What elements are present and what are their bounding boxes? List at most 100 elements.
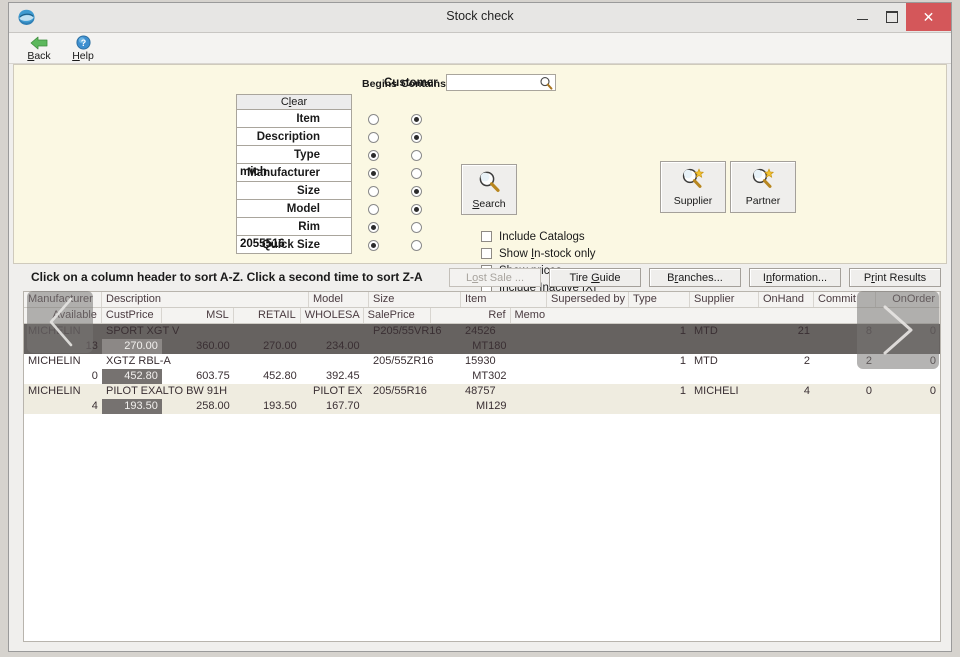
cell-available: 13: [85, 340, 98, 352]
field-label-item: Item: [296, 113, 320, 125]
radio-dot: [411, 113, 422, 125]
help-button[interactable]: ? Help: [61, 33, 105, 62]
cell-onorder: 0: [929, 355, 936, 367]
cell-saleprice: [364, 399, 431, 414]
column-header-type[interactable]: Type: [629, 292, 690, 307]
column-header-item[interactable]: Item: [461, 292, 547, 307]
minimize-button[interactable]: [848, 3, 877, 31]
table-row[interactable]: MICHELIN XGTZ RBL-A 205/55ZR16 15930 1 MTD 2 2 0…: [24, 354, 940, 384]
cell-msl: 603.75: [196, 370, 230, 382]
column-header-commit[interactable]: Commit: [814, 292, 876, 307]
column-header-retail[interactable]: RETAIL: [234, 308, 301, 323]
search-field-row: Manufacturer mich: [236, 164, 438, 182]
radio-contains-size[interactable]: [395, 185, 438, 197]
radio-header-contains: Contains: [401, 78, 446, 90]
cell-size: 205/55ZR16: [373, 355, 434, 367]
column-header-model[interactable]: Model: [309, 292, 369, 307]
maximize-button[interactable]: [877, 3, 906, 31]
search-field-row: Model: [236, 200, 438, 218]
table-header-row-primary[interactable]: Manufacturer Description Model Size Item Supe…: [24, 292, 940, 308]
column-header-superseded-by[interactable]: Superseded by: [547, 292, 629, 307]
customer-input[interactable]: [445, 74, 556, 93]
cell-supplier: MTD: [694, 355, 718, 367]
svg-text:?: ?: [80, 38, 86, 48]
checkbox-row[interactable]: Show In-stock only: [481, 245, 596, 262]
cell-commit: 8: [865, 325, 872, 337]
cell-custprice: 270.00: [101, 339, 162, 354]
column-header-saleprice[interactable]: SalePrice: [364, 308, 431, 323]
radio-begins-quick-size[interactable]: [352, 239, 395, 251]
cell-wholesa: 392.45: [326, 370, 360, 382]
magnifier-star-icon: [680, 167, 706, 193]
customer-search-icon[interactable]: [539, 76, 553, 93]
cell-retail: 193.50: [263, 400, 297, 412]
column-header-onorder[interactable]: OnOrder: [876, 292, 940, 307]
column-header-supplier[interactable]: Supplier: [690, 292, 759, 307]
action-button-information[interactable]: Information...: [749, 268, 841, 287]
column-header-size[interactable]: Size: [369, 292, 461, 307]
radio-contains-quick-size[interactable]: [395, 239, 438, 251]
search-button-label: Search: [472, 197, 506, 210]
radio-begins-type[interactable]: [352, 149, 395, 161]
action-button-tire-guide[interactable]: Tire Guide: [549, 268, 641, 287]
window-controls: ✕: [848, 3, 951, 31]
radio-contains-manufacturer[interactable]: [395, 167, 438, 179]
cell-memo: [511, 339, 940, 354]
help-label: Help: [72, 50, 94, 62]
column-header-memo[interactable]: Memo: [511, 308, 940, 323]
help-question-icon: ?: [61, 34, 105, 51]
table-header-row-secondary[interactable]: Available CustPrice MSL RETAIL WHOLESA SalePr…: [24, 308, 940, 324]
radio-begins-model[interactable]: [352, 203, 395, 215]
radio-begins-manufacturer[interactable]: [352, 167, 395, 179]
radio-contains-rim[interactable]: [395, 221, 438, 233]
field-mode-radios: [352, 203, 438, 215]
close-button[interactable]: ✕: [906, 3, 951, 31]
table-row[interactable]: MICHELIN PILOT EXALTO BW 91H PILOT EX 205/5…: [24, 384, 940, 414]
column-header-onhand[interactable]: OnHand: [759, 292, 814, 307]
search-field-row: Rim: [236, 218, 438, 236]
field-label-quick-size: Quick Size: [261, 239, 320, 251]
radio-contains-model[interactable]: [395, 203, 438, 215]
results-table[interactable]: Manufacturer Description Model Size Item Supe…: [23, 291, 941, 642]
search-form-panel: Customer Clear Begins Contains Item Desc…: [13, 64, 947, 294]
search-field-row: Description: [236, 128, 438, 146]
radio-begins-size[interactable]: [352, 185, 395, 197]
radio-dot: [411, 221, 422, 233]
field-label-description: Description: [256, 131, 320, 143]
action-button-branches[interactable]: Branches...: [649, 268, 741, 287]
search-field-row: Size: [236, 182, 438, 200]
radio-contains-item[interactable]: [395, 113, 438, 125]
partner-button[interactable]: Partner: [730, 161, 796, 213]
table-row-line-secondary: 13 270.00 360.00 270.00 234.00 MT180: [24, 339, 940, 354]
radio-begins-rim[interactable]: [352, 221, 395, 233]
checkbox-include-catalogs[interactable]: [481, 231, 492, 242]
cell-onhand: 21: [797, 325, 810, 337]
radio-contains-description[interactable]: [395, 131, 438, 143]
column-header-description[interactable]: Description: [102, 292, 309, 307]
checkbox-label: Include Catalogs: [499, 230, 585, 243]
clear-button[interactable]: Clear: [236, 94, 352, 110]
cell-onhand: 4: [803, 385, 810, 397]
cell-model: PILOT EX: [313, 385, 363, 397]
column-header-msl[interactable]: MSL: [162, 308, 234, 323]
column-header-available[interactable]: Available: [24, 308, 102, 323]
radio-contains-type[interactable]: [395, 149, 438, 161]
column-header-wholesa[interactable]: WHOLESA: [301, 308, 364, 323]
back-button[interactable]: Back: [17, 33, 61, 62]
supplier-button[interactable]: Supplier: [660, 161, 726, 213]
search-field-row: Type: [236, 146, 438, 164]
column-header-custprice[interactable]: CustPrice: [102, 308, 162, 323]
radio-begins-item[interactable]: [352, 113, 395, 125]
action-button-print-results[interactable]: Print Results: [849, 268, 941, 287]
search-button[interactable]: Search: [461, 164, 517, 215]
cell-type: 1: [679, 355, 686, 367]
checkbox-row[interactable]: Include Catalogs: [481, 228, 596, 245]
cell-description: XGTZ RBL-A: [106, 355, 171, 367]
column-header-ref[interactable]: Ref: [431, 308, 511, 323]
column-header-manufacturer[interactable]: Manufacturer: [24, 292, 102, 307]
sort-hint: Click on a column header to sort A-Z. Cl…: [31, 270, 423, 284]
radio-begins-description[interactable]: [352, 131, 395, 143]
radio-dot: [411, 149, 422, 161]
checkbox-show-in-stock-only[interactable]: [481, 248, 492, 259]
table-row[interactable]: MICHELIN SPORT XGT V P205/55VR16 24526 1 MTD 2…: [24, 324, 940, 354]
